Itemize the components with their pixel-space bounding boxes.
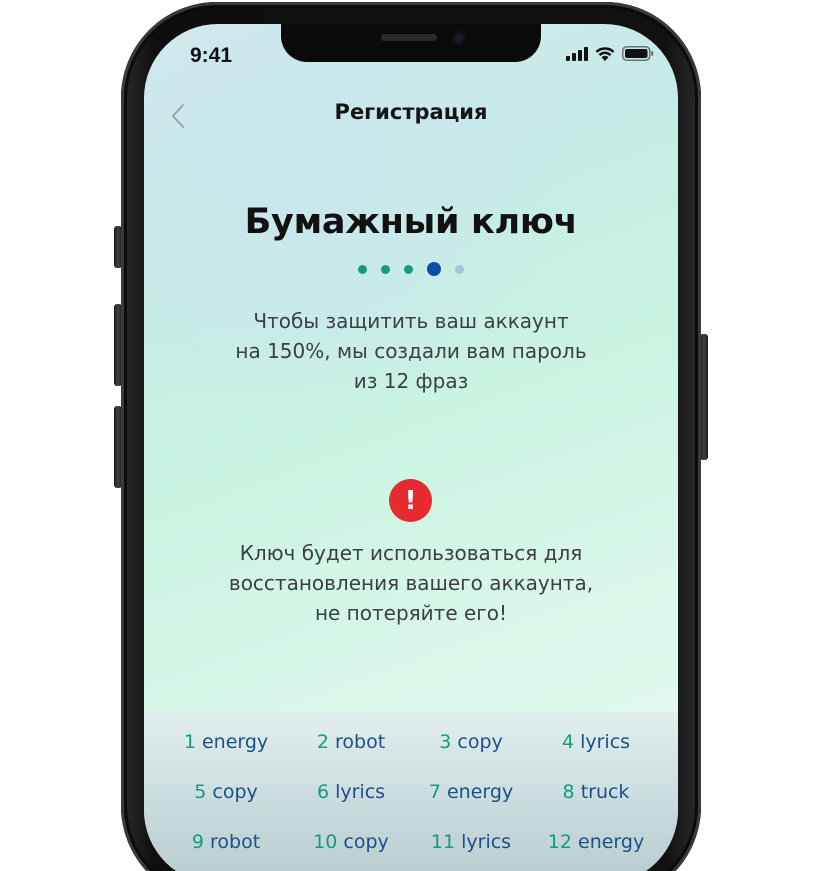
pagination-dots <box>358 262 464 276</box>
phrase-item: 7 energy <box>411 778 531 806</box>
speaker-grille <box>381 34 437 41</box>
exclamation-icon: ! <box>389 479 432 522</box>
phrase-item: 1 energy <box>161 728 291 756</box>
phrase-number: 10 <box>313 831 338 853</box>
pagination-dot-1 <box>358 264 367 274</box>
warning-line: Ключ будет использоваться для <box>239 541 583 565</box>
phrase-item: 8 truck <box>531 778 661 806</box>
phrase-number: 2 <box>316 731 329 753</box>
page-title: Бумажный ключ <box>244 202 578 242</box>
phrase-word: lyrics <box>461 831 512 853</box>
phrase-word: copy <box>457 731 503 753</box>
notch <box>281 24 541 62</box>
phrase-word: copy <box>343 831 389 853</box>
phrase-number: 9 <box>191 831 204 853</box>
pagination-dot-3 <box>404 264 413 274</box>
phrase-word: lyrics <box>580 731 631 753</box>
warning-line: не потеряйте его! <box>314 601 508 625</box>
phrase-word: energy <box>201 731 269 753</box>
phrase-item: 6 lyrics <box>291 778 411 806</box>
description-text: Чтобы защитить ваш аккаунт на 150%, мы с… <box>174 306 648 396</box>
phrase-number: 3 <box>439 731 452 753</box>
signal-icon <box>566 46 588 61</box>
pagination-dot-4-active <box>427 262 441 276</box>
phrase-number: 8 <box>562 781 575 803</box>
phrase-word: energy <box>578 831 645 853</box>
phrase-number: 4 <box>561 731 575 753</box>
phrase-item: 11 lyrics <box>411 828 531 856</box>
pagination-dot-2 <box>381 264 390 274</box>
warning-text: Ключ будет использоваться для восстановл… <box>164 538 658 628</box>
phrase-grid: 1 energy 2 robot 3 copy 4 lyrics 5 copy … <box>144 728 678 856</box>
warning-line: восстановления вашего аккаунта, <box>228 571 594 595</box>
status-icons <box>566 46 654 61</box>
phrase-item: 3 copy <box>411 728 531 756</box>
phrase-word: copy <box>212 781 258 803</box>
phrase-number: 5 <box>194 781 207 803</box>
phrase-item: 4 lyrics <box>531 728 661 756</box>
phrase-item: 12 energy <box>531 828 661 856</box>
battery-icon <box>622 46 654 61</box>
description-line: на 150%, мы создали вам пароль <box>235 339 587 363</box>
phrase-number: 7 <box>428 781 441 803</box>
phrase-item: 10 copy <box>291 828 411 856</box>
phrase-word: energy <box>446 781 514 803</box>
phrase-word: robot <box>209 831 261 853</box>
phrase-item: 2 robot <box>291 728 411 756</box>
camera-icon <box>452 31 466 45</box>
status-time: 9:41 <box>190 44 233 67</box>
description-line: Чтобы защитить ваш аккаунт <box>253 309 569 333</box>
phrase-number: 12 <box>547 831 572 853</box>
phrase-item: 5 copy <box>161 778 291 806</box>
header-title: Регистрация <box>334 100 488 124</box>
phrase-word: lyrics <box>335 781 386 803</box>
description-line: из 12 фраз <box>353 369 469 393</box>
phrase-number: 11 <box>430 831 456 853</box>
power-button <box>700 334 708 460</box>
phrase-number: 1 <box>183 731 196 753</box>
phrase-number: 6 <box>316 781 330 803</box>
pagination-dot-5 <box>455 264 464 274</box>
phrase-word: robot <box>334 731 386 753</box>
phrase-word: truck <box>580 781 630 803</box>
phrase-item: 9 robot <box>161 828 291 856</box>
wifi-icon <box>595 47 615 61</box>
phone-screen: 9:41 Регистрация Бумажный ключ Чтобы защ… <box>144 24 678 871</box>
phrase-panel: 1 energy 2 robot 3 copy 4 lyrics 5 copy … <box>144 712 678 871</box>
